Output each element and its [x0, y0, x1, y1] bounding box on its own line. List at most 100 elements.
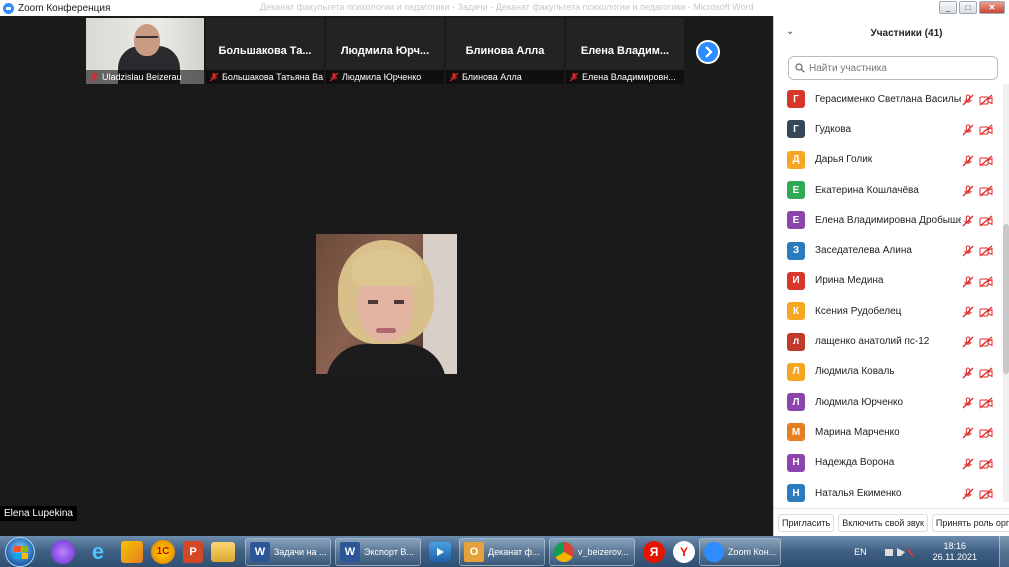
avatar: л: [787, 332, 805, 351]
video-off-icon: [979, 244, 993, 257]
participant-row[interactable]: Д Дарья Голик: [774, 145, 1002, 175]
invite-button[interactable]: Пригласить: [778, 513, 835, 532]
windows-taskbar: e 1С P W Задачи на ... W Экспорт В... O …: [0, 536, 1009, 567]
yandex-browser-icon[interactable]: Y: [673, 540, 695, 563]
participant-row[interactable]: Л Людмила Коваль: [774, 357, 1002, 387]
powerpoint-icon[interactable]: P: [183, 540, 203, 563]
avatar: Н: [787, 484, 805, 502]
task-label: Деканат ф...: [488, 546, 540, 557]
taskbar-task-word-export[interactable]: W Экспорт В...: [335, 537, 421, 566]
video-off-icon: [979, 335, 993, 348]
participant-row[interactable]: З Заседателева Алина: [774, 235, 1002, 265]
photo-lips: [376, 328, 396, 333]
search-input[interactable]: [809, 62, 989, 74]
thumbnail-caption: Uladzislau Beizerau: [86, 70, 204, 84]
media-player-icon[interactable]: [429, 541, 451, 562]
gallery-strip: Uladzislau Beizerau Большакова Та... Бол…: [86, 18, 684, 84]
avatar: Д: [787, 150, 805, 169]
system-clock[interactable]: 18:16 26.11.2021: [933, 541, 977, 563]
muted-mic-icon: [962, 275, 974, 288]
participant-thumbnail[interactable]: Блинова Алла Блинова Алла: [446, 18, 564, 84]
participant-row[interactable]: Г Герасименко Светлана Васильевна: [774, 84, 1002, 114]
participant-search[interactable]: [788, 56, 998, 80]
participant-thumbnail[interactable]: Людмила Юрч... Людмила Юрченко: [326, 18, 444, 84]
show-desktop-button[interactable]: [999, 536, 1009, 567]
participant-row[interactable]: Н Надежда Ворона: [774, 448, 1002, 478]
video-person-glasses: [136, 36, 158, 39]
next-page-button[interactable]: [696, 40, 720, 64]
yandex-icon[interactable]: Я: [643, 540, 665, 563]
task-label: Экспорт В...: [364, 546, 414, 557]
collapse-chevron-icon[interactable]: ⌄: [786, 26, 794, 37]
participant-row[interactable]: М Марина Марченко: [774, 417, 1002, 447]
video-person-head: [134, 24, 160, 56]
participant-row[interactable]: Е Екатерина Кошлачёва: [774, 175, 1002, 205]
participant-name: Дарья Голик: [815, 154, 873, 166]
photo-fringe: [352, 250, 422, 286]
participant-thumbnail[interactable]: Елена Владим... Елена Владимировн...: [566, 18, 684, 84]
participant-name: Гудкова: [815, 123, 852, 135]
avatar: З: [787, 241, 805, 260]
participant-name: Ксения Рудобелец: [815, 305, 902, 317]
minimize-button[interactable]: _: [939, 1, 957, 14]
network-volume-icon[interactable]: [883, 545, 923, 559]
participant-row[interactable]: Л Людмила Юрченко: [774, 387, 1002, 417]
1c-app-icon[interactable]: 1С: [151, 539, 175, 564]
avatar: Г: [787, 120, 805, 139]
participant-name: Герасименко Светлана Васильевна: [815, 93, 961, 105]
alice-assistant-icon[interactable]: [51, 539, 75, 564]
claim-host-button[interactable]: Принять роль орга: [931, 513, 1009, 532]
video-off-icon: [979, 214, 993, 227]
video-off-icon: [979, 184, 993, 197]
participant-row[interactable]: Г Гудкова: [774, 114, 1002, 144]
muted-mic-icon: [962, 426, 974, 439]
video-off-icon: [979, 487, 993, 500]
muted-mic-icon: [962, 154, 974, 167]
participant-row[interactable]: И Ирина Медина: [774, 266, 1002, 296]
participant-name: Людмила Коваль: [815, 366, 895, 378]
participant-row[interactable]: л лащенко анатолий пс-12: [774, 326, 1002, 356]
task-label: Zoom Кон...: [727, 546, 776, 557]
participant-name: Ирина Медина: [815, 275, 884, 287]
avatar: М: [787, 423, 805, 442]
participant-row[interactable]: Е Елена Владимировна Дробышевская: [774, 205, 1002, 235]
internet-explorer-icon[interactable]: e: [83, 538, 113, 566]
thumbnail-caption: Людмила Юрченко: [326, 70, 444, 84]
muted-mic-icon: [962, 244, 974, 257]
muted-mic-icon: [962, 366, 974, 379]
taskbar-task-outlook[interactable]: O Деканат ф...: [459, 537, 545, 566]
maximize-button[interactable]: □: [959, 1, 977, 14]
participant-row[interactable]: Н Наталья Екименко: [774, 478, 1002, 502]
file-explorer-icon[interactable]: [211, 541, 235, 562]
start-button[interactable]: [5, 536, 35, 567]
scrollbar-thumb[interactable]: [1003, 224, 1009, 374]
language-indicator[interactable]: EN: [854, 547, 867, 557]
unmute-button[interactable]: Включить свой звук: [838, 513, 928, 532]
participants-scrollbar[interactable]: [1003, 84, 1009, 502]
muted-mic-icon: [962, 335, 974, 348]
video-off-icon: [979, 426, 993, 439]
video-off-icon: [979, 305, 993, 318]
participant-row[interactable]: К Ксения Рудобелец: [774, 296, 1002, 326]
muted-mic-icon: [962, 396, 974, 409]
windows-logo-icon: [14, 545, 28, 559]
muted-mic-icon: [569, 72, 579, 82]
clock-date: 26.11.2021: [932, 551, 977, 562]
close-button[interactable]: ✕: [979, 1, 1005, 14]
participants-footer: Пригласить Включить свой звук Принять ро…: [774, 508, 1009, 536]
participant-name: Наталья Екименко: [815, 487, 902, 499]
participant-name: Екатерина Кошлачёва: [815, 184, 919, 196]
video-off-icon: [979, 123, 993, 136]
paint-app-icon[interactable]: [121, 540, 143, 563]
taskbar-task-word-tasks[interactable]: W Задачи на ...: [245, 537, 331, 566]
taskbar-task-zoom[interactable]: Zoom Кон...: [699, 537, 781, 566]
video-area: Uladzislau Beizerau Большакова Та... Бол…: [0, 16, 773, 536]
taskbar-task-chrome[interactable]: v_beizerov...: [549, 537, 635, 566]
participants-list: Г Герасименко Светлана Васильевна Г Гудкова…: [774, 84, 1002, 502]
participant-thumbnail[interactable]: Большакова Та... Большакова Татьяна Ва..…: [206, 18, 324, 84]
avatar: Л: [787, 362, 805, 381]
avatar: И: [787, 271, 805, 290]
participant-thumbnail[interactable]: Uladzislau Beizerau: [86, 18, 204, 84]
participants-title: Участники (41): [870, 27, 943, 39]
background-window-title: Деканат факультета психологии и педагоги…: [260, 2, 754, 12]
